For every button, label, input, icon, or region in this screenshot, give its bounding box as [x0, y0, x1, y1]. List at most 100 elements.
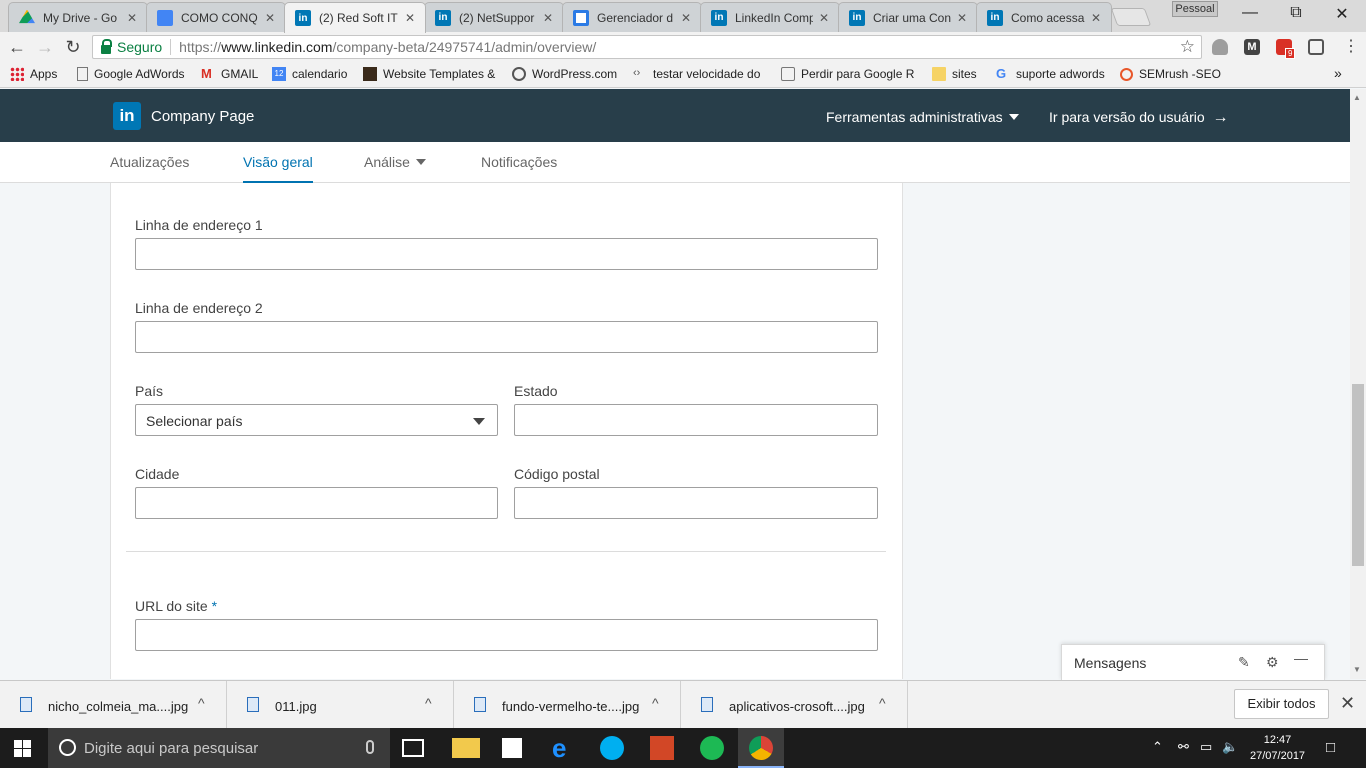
minimize-icon[interactable]: —	[1294, 650, 1308, 666]
cortana-icon	[59, 739, 76, 756]
bookmark-label: sites	[952, 67, 977, 81]
tab-como-acessar[interactable]: in Como acessar ✕	[976, 2, 1112, 32]
skype-icon[interactable]	[600, 736, 624, 760]
store-icon[interactable]	[502, 738, 522, 758]
spotify-icon[interactable]	[700, 736, 724, 760]
download-item[interactable]: fundo-vermelho-te....jpg ^	[454, 681, 681, 729]
scroll-down-icon[interactable]: ▼	[1353, 665, 1361, 674]
bookmark-wordpress[interactable]: WordPress.com	[512, 67, 617, 81]
bookmark-calendario[interactable]: 12 calendario	[272, 67, 347, 81]
tab-red-soft[interactable]: in (2) Red Soft IT ✕	[284, 2, 426, 33]
admin-tools-dropdown[interactable]: Ferramentas administrativas	[826, 109, 1019, 125]
download-item[interactable]: 011.jpg ^	[227, 681, 454, 729]
address2-input[interactable]	[135, 321, 878, 353]
tab-close-icon[interactable]: ✕	[127, 11, 139, 25]
tab-close-icon[interactable]: ✕	[819, 11, 831, 25]
back-arrow-icon[interactable]: ←	[6, 37, 28, 57]
menu-kebab-icon[interactable]: ⋮	[1340, 37, 1362, 57]
tab-notificacoes[interactable]: Notificações	[481, 154, 557, 183]
bookmark-star-icon[interactable]: ☆	[1180, 37, 1195, 57]
bookmark-gmail[interactable]: M GMAIL	[201, 67, 258, 82]
clock-date: 27/07/2017	[1250, 750, 1306, 762]
new-tab-button[interactable]	[1110, 8, 1152, 26]
forward-arrow-icon[interactable]: →	[34, 37, 56, 57]
show-all-downloads-button[interactable]: Exibir todos	[1234, 689, 1329, 719]
windows-start-icon[interactable]	[14, 740, 31, 757]
bookmark-google-adwords[interactable]: Google AdWords	[77, 67, 185, 81]
scroll-up-icon[interactable]: ▲	[1353, 93, 1361, 102]
reload-icon[interactable]: ↻	[62, 37, 84, 57]
bookmark-folder-sites[interactable]: sites	[932, 67, 977, 81]
drive-extension-icon[interactable]	[1212, 39, 1228, 55]
edge-icon[interactable]: e	[552, 734, 580, 762]
download-item[interactable]: nicho_colmeia_ma....jpg ^	[0, 681, 227, 729]
chevron-up-icon[interactable]: ^	[198, 695, 205, 711]
close-window-icon[interactable]: ✕	[1332, 4, 1352, 24]
tab-atualizacoes[interactable]: Atualizações	[110, 154, 189, 183]
bookmark-perdir-google[interactable]: Perdir para Google R	[781, 67, 914, 81]
website-url-input[interactable]	[135, 619, 878, 651]
tab-label: Como acessar	[1011, 10, 1085, 25]
bookmark-testar-velocidade[interactable]: ‹› testar velocidade do	[633, 67, 760, 81]
restore-window-icon[interactable]: ⧉	[1286, 4, 1306, 22]
file-explorer-icon[interactable]	[452, 738, 480, 758]
state-input[interactable]	[514, 404, 878, 436]
bookmark-apps[interactable]: Apps	[10, 67, 57, 81]
download-item[interactable]: aplicativos-crosoft....jpg ^	[681, 681, 908, 729]
task-view-icon[interactable]	[402, 739, 424, 757]
volume-icon[interactable]: 🔈	[1222, 739, 1238, 755]
bookmark-suporte-adwords[interactable]: G suporte adwords	[996, 67, 1105, 82]
compose-icon[interactable]: ✎	[1238, 654, 1250, 671]
m-extension-icon[interactable]: M	[1244, 39, 1260, 55]
linkedin-icon: in	[295, 10, 311, 26]
close-downloads-icon[interactable]: ✕	[1340, 693, 1355, 714]
tray-chevron-up-icon[interactable]: ⌃	[1152, 739, 1163, 755]
postal-code-input[interactable]	[514, 487, 878, 519]
linkedin-icon: in	[435, 9, 451, 26]
address-bar[interactable]: Seguro https:// www.linkedin.com /compan…	[92, 35, 1202, 59]
chevron-up-icon[interactable]: ^	[425, 695, 432, 711]
wifi-icon[interactable]: ⚯	[1178, 739, 1189, 755]
tab-como-conq[interactable]: COMO CONQ ✕	[146, 2, 286, 32]
tab-close-icon[interactable]: ✕	[405, 11, 417, 25]
linkedin-logo-icon[interactable]: in	[113, 102, 141, 130]
tab-linkedin-comp[interactable]: in LinkedIn Comp ✕	[700, 2, 840, 32]
system-clock[interactable]: 12:47 27/07/2017	[1250, 732, 1305, 764]
settings-gear-icon[interactable]: ⚙	[1266, 654, 1279, 671]
minimize-window-icon[interactable]: —	[1240, 4, 1260, 22]
tab-close-icon[interactable]: ✕	[681, 11, 693, 25]
chrome-taskbar-button[interactable]	[738, 728, 784, 768]
bookmark-semrush[interactable]: SEMrush -SEO	[1120, 67, 1221, 81]
more-bookmarks-icon[interactable]: »	[1334, 65, 1342, 81]
address1-input[interactable]	[135, 238, 878, 270]
tab-analise[interactable]: Análise	[364, 154, 426, 183]
bookmark-website-templates[interactable]: Website Templates &	[363, 67, 495, 81]
powerpoint-icon[interactable]	[650, 736, 674, 760]
tab-my-drive[interactable]: My Drive - Go ✕	[8, 2, 148, 32]
chevron-up-icon[interactable]: ^	[879, 695, 886, 711]
tab-close-icon[interactable]: ✕	[957, 11, 969, 25]
tab-gerenciador[interactable]: Gerenciador d ✕	[562, 2, 702, 32]
country-select[interactable]: Selecionar país	[135, 404, 498, 436]
cast-icon[interactable]	[1308, 39, 1324, 55]
battery-icon[interactable]: ▭	[1200, 739, 1212, 755]
tab-criar-uma-con[interactable]: in Criar uma Con ✕	[838, 2, 978, 32]
notifications-icon[interactable]: □	[1326, 739, 1335, 756]
taskbar-search-box[interactable]: Digite aqui para pesquisar	[48, 728, 390, 768]
tab-close-icon[interactable]: ✕	[265, 11, 277, 25]
scrollbar-thumb[interactable]	[1352, 384, 1364, 566]
tab-close-icon[interactable]: ✕	[543, 11, 555, 25]
tab-label: LinkedIn Comp	[735, 10, 813, 25]
tab-close-icon[interactable]: ✕	[1091, 11, 1103, 25]
gmail-extension-icon[interactable]: 9	[1276, 39, 1296, 59]
tab-label: (2) NetSuppor	[459, 10, 535, 25]
microphone-icon[interactable]	[366, 740, 374, 754]
tab-netsupport[interactable]: in (2) NetSuppor ✕	[424, 2, 564, 32]
chevron-up-icon[interactable]: ^	[652, 695, 659, 711]
messaging-tray[interactable]: Mensagens ✎ ⚙ —	[1061, 644, 1325, 680]
city-input[interactable]	[135, 487, 498, 519]
profile-button[interactable]: Pessoal	[1172, 1, 1218, 17]
tab-visao-geral[interactable]: Visão geral	[243, 154, 313, 183]
bookmark-label: Perdir para Google R	[801, 67, 915, 81]
user-view-link[interactable]: Ir para versão do usuário →	[1049, 109, 1229, 127]
